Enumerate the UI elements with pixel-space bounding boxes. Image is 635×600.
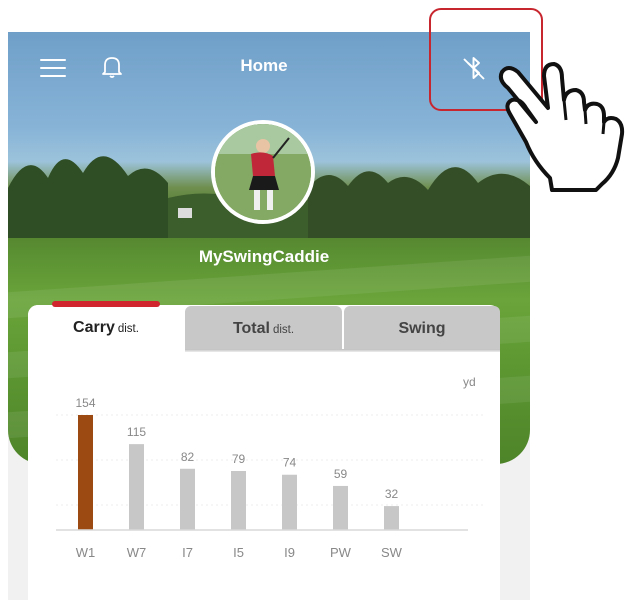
profile-photo — [215, 124, 311, 220]
bar-i9 — [282, 474, 297, 530]
value-label: 74 — [283, 456, 297, 470]
bar-pw — [333, 485, 348, 530]
avatar[interactable] — [211, 120, 315, 224]
category-label: W7 — [127, 545, 147, 560]
value-label: 154 — [75, 396, 95, 410]
category-label: I7 — [182, 545, 193, 560]
bar-i7 — [180, 468, 195, 530]
app-screen: Home MySwingCaddie Carry dist. Total dis… — [8, 32, 530, 600]
value-label: 32 — [385, 487, 399, 501]
bar-i5 — [231, 471, 246, 530]
stats-card: Carry dist. Total dist. Swing yd 154 W1 115 W… — [28, 301, 500, 600]
username: MySwingCaddie — [198, 247, 330, 266]
category-label: I5 — [233, 545, 244, 560]
bar-w1 — [78, 415, 93, 530]
value-label: 115 — [127, 425, 146, 439]
pointing-hand-icon — [498, 62, 625, 192]
category-label: PW — [330, 545, 352, 560]
category-label: SW — [381, 545, 403, 560]
value-label: 59 — [334, 467, 348, 481]
carry-distance-chart: 154 W1 115 W7 82 I7 79 I5 74 I9 59 PW 32 SW — [56, 396, 486, 560]
category-label: W1 — [76, 545, 96, 560]
bar-w7 — [129, 444, 144, 530]
value-label: 82 — [181, 450, 195, 464]
category-label: I9 — [284, 545, 295, 560]
value-label: 79 — [232, 452, 246, 466]
bar-sw — [384, 506, 399, 530]
